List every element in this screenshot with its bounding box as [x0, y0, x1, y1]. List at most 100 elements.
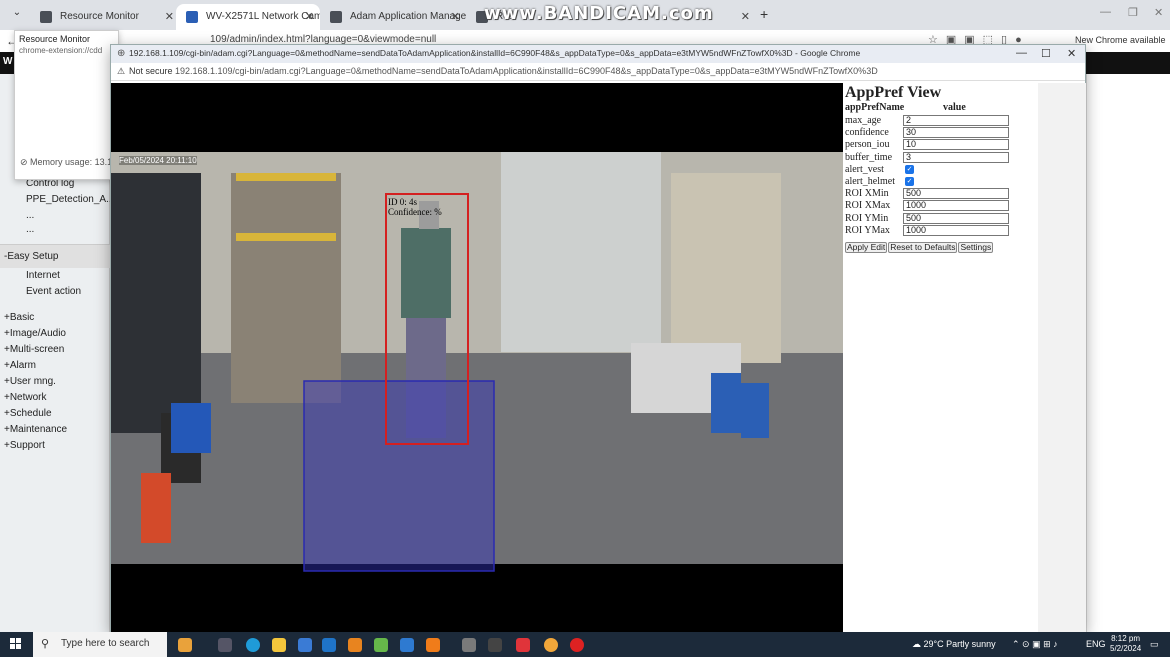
blue-bag	[171, 403, 211, 453]
popup-chrome-window: ⊕ 192.168.1.109/cgi-bin/adam.cgi?Languag…	[110, 44, 1086, 633]
notification-icon[interactable]: ▭	[1150, 639, 1159, 650]
minimize-icon[interactable]: —	[1016, 47, 1027, 59]
taskbar-clock[interactable]: 8:12 pm 5/2/2024	[1110, 634, 1141, 654]
camera-favicon-icon	[186, 11, 198, 23]
system-tray-icons[interactable]: ⌃ ⊙ ▣ ⊞ ♪	[1012, 639, 1058, 650]
apppref-value-input[interactable]: 3	[903, 151, 1009, 163]
menu-item-image-audio[interactable]: +Image/Audio	[4, 328, 66, 339]
apppref-buttons: Apply Edit Reset to Defaults Settings	[845, 241, 994, 253]
apppref-value-input[interactable]: 500	[903, 212, 1009, 224]
weather-text: 29°C Partly sunny	[923, 639, 996, 649]
search-icon: ⚲	[41, 638, 50, 650]
apppref-row: max_age 2	[845, 115, 1035, 127]
apppref-row: ROI YMax 1000	[845, 224, 1035, 237]
record-icon[interactable]	[570, 638, 584, 652]
task-view-icon[interactable]	[218, 638, 232, 652]
shelf-yellow-top	[236, 173, 336, 181]
menu-item-alarm[interactable]: +Alarm	[4, 360, 36, 371]
menu-item-more-2[interactable]: ...	[26, 224, 34, 235]
apply-edit-button[interactable]: Apply Edit	[845, 242, 888, 253]
settings-gear-icon[interactable]	[462, 638, 476, 652]
menu-item-internet[interactable]: Internet	[26, 270, 60, 281]
weather-widget[interactable]: ☁ 29°C Partly sunny	[912, 639, 996, 650]
apppref-title: AppPref View	[845, 84, 942, 101]
new-tab-button[interactable]: +	[760, 6, 768, 22]
shelf-unit	[231, 173, 341, 403]
tab-network-camera[interactable]: WV-X2571L Network Camera ✕	[176, 4, 320, 30]
image-viewer-icon[interactable]	[374, 638, 388, 652]
reset-defaults-button[interactable]: Reset to Defaults	[888, 242, 958, 253]
apppref-row: ROI YMin 500	[845, 212, 1035, 225]
clock-time: 8:12 pm	[1111, 634, 1141, 643]
blue-chair-2	[741, 383, 769, 438]
language-indicator[interactable]: ENG	[1086, 639, 1106, 649]
popup-address-bar[interactable]: ⚠ Not secure 192.168.1.109/cgi-bin/adam.…	[111, 63, 1085, 81]
globe-icon: ⊕	[117, 48, 126, 59]
menu-item-network[interactable]: +Network	[4, 392, 47, 403]
popup-title-bar: ⊕ 192.168.1.109/cgi-bin/adam.cgi?Languag…	[111, 45, 1085, 63]
apppref-value-input[interactable]: 2	[903, 115, 1009, 126]
apppref-row-name: alert_helmet	[845, 176, 895, 187]
tab-search-icon[interactable]: ⌄	[10, 7, 24, 21]
popup-url[interactable]: 192.168.1.109/cgi-bin/adam.cgi?Language=…	[175, 66, 878, 76]
bandicam-watermark: www.BANDICAM.com	[484, 3, 714, 24]
apppref-value-input[interactable]: 30	[903, 127, 1009, 139]
tab-label: Adam Application Manager	[350, 11, 466, 22]
roi-region-box	[303, 380, 495, 572]
menu-section-easy-setup[interactable]: -Easy Setup	[0, 244, 110, 268]
menu-item-more-1[interactable]: ...	[26, 210, 34, 221]
apppref-checkbox[interactable]: ✓	[905, 177, 914, 186]
paint-icon[interactable]	[348, 638, 362, 652]
bandicam-icon[interactable]	[516, 638, 530, 652]
edge-icon[interactable]	[246, 638, 260, 652]
browser-tab-strip: ⌄ Resource Monitor ✕ WV-X2571L Network C…	[0, 0, 1170, 30]
menu-item-ppe-detection[interactable]: PPE_Detection_A...	[26, 194, 114, 205]
apppref-value-input[interactable]: 500	[903, 188, 1009, 200]
close-icon[interactable]: ✕	[1067, 47, 1076, 60]
apppref-row: alert_helmet ✓	[845, 176, 1035, 188]
new-chrome-button[interactable]: New Chrome available	[1075, 35, 1166, 45]
close-window-icon[interactable]: ✕	[1154, 6, 1163, 19]
vscode-icon[interactable]	[400, 638, 414, 652]
menu-item-basic[interactable]: +Basic	[4, 312, 34, 323]
apppref-row: ROI XMax 1000	[845, 200, 1035, 212]
warning-icon: ⚠	[117, 66, 126, 76]
camera-logo: W	[3, 56, 13, 67]
search-placeholder: Type here to search	[61, 638, 150, 649]
memory-usage-text: Memory usage: 13.1	[30, 157, 113, 167]
menu-item-user-mng[interactable]: +User mng.	[4, 376, 56, 387]
restore-icon[interactable]: ❐	[1128, 6, 1138, 19]
cortana-icon[interactable]	[178, 638, 192, 652]
mail-icon[interactable]	[322, 638, 336, 652]
windows-start-icon[interactable]	[10, 638, 22, 650]
apppref-value-input[interactable]: 1000	[903, 224, 1009, 236]
menu-item-support[interactable]: +Support	[4, 440, 45, 451]
menu-item-maintenance[interactable]: +Maintenance	[4, 424, 67, 435]
maximize-icon[interactable]: ☐	[1041, 47, 1051, 60]
menu-item-multi-screen[interactable]: +Multi-screen	[4, 344, 64, 355]
apppref-checkbox[interactable]: ✓	[905, 164, 914, 174]
git-icon[interactable]	[488, 638, 502, 652]
tab-label: WV-X2571L Network Camera	[206, 11, 320, 22]
menu-item-schedule[interactable]: +Schedule	[4, 408, 52, 419]
tab-resource-monitor[interactable]: Resource Monitor ✕	[30, 4, 180, 30]
not-secure-label: Not secure	[129, 66, 173, 76]
chrome-icon[interactable]	[544, 638, 558, 652]
apppref-value-input[interactable]: 1000	[903, 200, 1009, 212]
apppref-value-input[interactable]: 10	[903, 139, 1009, 151]
camera-video-feed: Feb/05/2024 20:11:10 ID 0: 4s Confidence…	[111, 83, 843, 633]
settings-button[interactable]: Settings	[958, 242, 994, 253]
file-explorer-icon[interactable]	[272, 638, 286, 652]
menu-item-event-action[interactable]: Event action	[26, 286, 81, 297]
vlc-icon[interactable]	[426, 638, 440, 652]
taskbar-search-box[interactable]: ⚲ Type here to search	[33, 632, 167, 657]
tab-adam-app-manager[interactable]: Adam Application Manager ✕	[320, 4, 466, 30]
close-icon[interactable]: ✕	[165, 4, 174, 30]
close-icon[interactable]: ✕	[305, 4, 314, 30]
adam-favicon-icon	[330, 11, 342, 23]
store-icon[interactable]	[298, 638, 312, 652]
minimize-icon[interactable]: —	[1100, 6, 1111, 18]
close-icon[interactable]: ✕	[741, 4, 750, 30]
popup-blank-area	[1038, 83, 1086, 633]
close-icon[interactable]: ✕	[451, 4, 460, 30]
